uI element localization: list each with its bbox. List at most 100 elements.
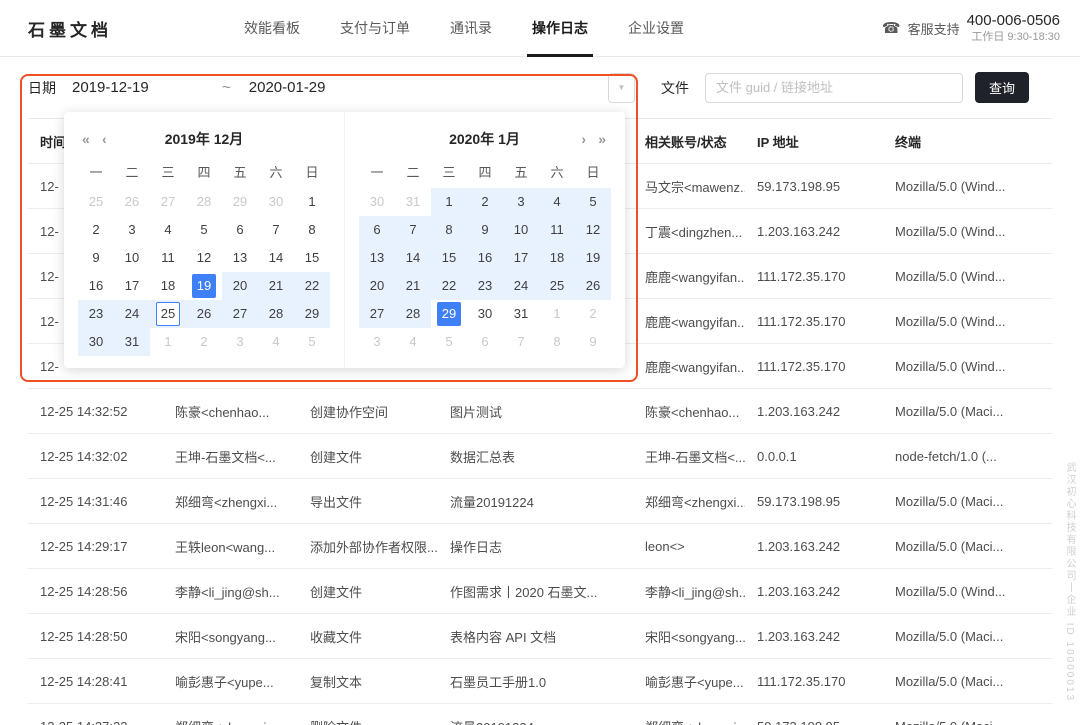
day-cell[interactable]: 11 <box>539 216 575 244</box>
day-cell[interactable]: 23 <box>78 300 114 328</box>
day-cell[interactable]: 30 <box>78 328 114 356</box>
day-cell[interactable]: 19 <box>186 272 222 300</box>
day-cell[interactable]: 19 <box>575 244 611 272</box>
nav-tab-payment-orders[interactable]: 支付与订单 <box>320 0 430 57</box>
day-cell[interactable]: 7 <box>258 216 294 244</box>
day-cell[interactable]: 1 <box>150 328 186 356</box>
day-cell[interactable]: 4 <box>539 188 575 216</box>
date-start-value[interactable]: 2019-12-19 <box>72 79 222 96</box>
day-cell[interactable]: 15 <box>294 244 330 272</box>
calendar-month-title[interactable]: 2019年 12月 <box>165 129 244 149</box>
next-year-icon[interactable]: » <box>598 132 606 146</box>
prev-month-icon[interactable]: ‹ <box>102 132 107 146</box>
prev-year-icon[interactable]: « <box>82 132 90 146</box>
calendar-month-title[interactable]: 2020年 1月 <box>449 129 520 149</box>
date-preset-dropdown[interactable]: ▼ <box>608 73 635 103</box>
day-cell[interactable]: 29 <box>431 300 467 328</box>
day-cell[interactable]: 3 <box>222 328 258 356</box>
day-cell[interactable]: 5 <box>431 328 467 356</box>
day-cell[interactable]: 24 <box>114 300 150 328</box>
app-logo[interactable]: 石墨文档 <box>28 16 112 41</box>
day-cell[interactable]: 26 <box>114 188 150 216</box>
day-cell[interactable]: 23 <box>467 272 503 300</box>
day-cell[interactable]: 29 <box>222 188 258 216</box>
day-cell[interactable]: 6 <box>467 328 503 356</box>
day-cell[interactable]: 2 <box>467 188 503 216</box>
day-cell[interactable]: 16 <box>467 244 503 272</box>
day-cell[interactable]: 1 <box>431 188 467 216</box>
nav-tab-operation-log[interactable]: 操作日志 <box>512 0 608 57</box>
day-cell[interactable]: 27 <box>150 188 186 216</box>
day-cell[interactable]: 31 <box>503 300 539 328</box>
query-button[interactable]: 查询 <box>975 72 1029 103</box>
day-cell[interactable]: 13 <box>359 244 395 272</box>
table-row[interactable]: 12-25 14:32:52陈豪<chenhao...创建协作空间图片测试陈豪<… <box>28 389 1052 434</box>
table-row[interactable]: 12-25 14:28:41喻彭惠子<yupe...复制文本石墨员工手册1.0喻… <box>28 659 1052 704</box>
day-cell[interactable]: 11 <box>150 244 186 272</box>
file-search-input[interactable] <box>705 73 963 103</box>
day-cell[interactable]: 3 <box>359 328 395 356</box>
day-cell[interactable]: 7 <box>395 216 431 244</box>
day-cell[interactable]: 31 <box>114 328 150 356</box>
day-cell[interactable]: 10 <box>114 244 150 272</box>
nav-tab-dashboard[interactable]: 效能看板 <box>224 0 320 57</box>
date-end-value[interactable]: 2020-01-29 <box>249 79 326 96</box>
day-cell[interactable]: 25 <box>150 300 186 328</box>
day-cell[interactable]: 2 <box>575 300 611 328</box>
day-cell[interactable]: 6 <box>222 216 258 244</box>
day-cell[interactable]: 25 <box>539 272 575 300</box>
day-cell[interactable]: 8 <box>431 216 467 244</box>
day-cell[interactable]: 7 <box>503 328 539 356</box>
table-row[interactable]: 12-25 14:28:56李静<li_jing@sh...创建文件作图需求丨2… <box>28 569 1052 614</box>
day-cell[interactable]: 4 <box>258 328 294 356</box>
day-cell[interactable]: 3 <box>503 188 539 216</box>
day-cell[interactable]: 27 <box>359 300 395 328</box>
day-cell[interactable]: 28 <box>186 188 222 216</box>
day-cell[interactable]: 24 <box>503 272 539 300</box>
day-cell[interactable]: 20 <box>222 272 258 300</box>
day-cell[interactable]: 27 <box>222 300 258 328</box>
day-cell[interactable]: 16 <box>78 272 114 300</box>
day-cell[interactable]: 12 <box>575 216 611 244</box>
day-cell[interactable]: 22 <box>431 272 467 300</box>
day-cell[interactable]: 30 <box>359 188 395 216</box>
table-row[interactable]: 12-25 14:27:23郑细弯<zhengxi...删除文件流量201912… <box>28 704 1052 725</box>
day-cell[interactable]: 25 <box>78 188 114 216</box>
table-row[interactable]: 12-25 14:29:17王轶leon<wang...添加外部协作者权限...… <box>28 524 1052 569</box>
day-cell[interactable]: 12 <box>186 244 222 272</box>
day-cell[interactable]: 21 <box>258 272 294 300</box>
table-row[interactable]: 12-25 14:28:50宋阳<songyang...收藏文件表格内容 API… <box>28 614 1052 659</box>
day-cell[interactable]: 17 <box>114 272 150 300</box>
day-cell[interactable]: 1 <box>539 300 575 328</box>
day-cell[interactable]: 8 <box>539 328 575 356</box>
table-row[interactable]: 12-25 14:32:02王坤-石墨文档<...创建文件数据汇总表王坤-石墨文… <box>28 434 1052 479</box>
day-cell[interactable]: 18 <box>150 272 186 300</box>
day-cell[interactable]: 13 <box>222 244 258 272</box>
day-cell[interactable]: 5 <box>575 188 611 216</box>
day-cell[interactable]: 9 <box>78 244 114 272</box>
day-cell[interactable]: 22 <box>294 272 330 300</box>
day-cell[interactable]: 30 <box>258 188 294 216</box>
day-cell[interactable]: 29 <box>294 300 330 328</box>
day-cell[interactable]: 26 <box>575 272 611 300</box>
day-cell[interactable]: 21 <box>395 272 431 300</box>
day-cell[interactable]: 10 <box>503 216 539 244</box>
day-cell[interactable]: 17 <box>503 244 539 272</box>
day-cell[interactable]: 18 <box>539 244 575 272</box>
nav-tab-contacts[interactable]: 通讯录 <box>430 0 512 57</box>
day-cell[interactable]: 28 <box>395 300 431 328</box>
day-cell[interactable]: 28 <box>258 300 294 328</box>
day-cell[interactable]: 5 <box>186 216 222 244</box>
day-cell[interactable]: 5 <box>294 328 330 356</box>
day-cell[interactable]: 15 <box>431 244 467 272</box>
day-cell[interactable]: 26 <box>186 300 222 328</box>
day-cell[interactable]: 2 <box>78 216 114 244</box>
day-cell[interactable]: 31 <box>395 188 431 216</box>
nav-tab-enterprise-settings[interactable]: 企业设置 <box>608 0 704 57</box>
day-cell[interactable]: 6 <box>359 216 395 244</box>
day-cell[interactable]: 14 <box>395 244 431 272</box>
day-cell[interactable]: 4 <box>150 216 186 244</box>
day-cell[interactable]: 8 <box>294 216 330 244</box>
day-cell[interactable]: 3 <box>114 216 150 244</box>
day-cell[interactable]: 4 <box>395 328 431 356</box>
